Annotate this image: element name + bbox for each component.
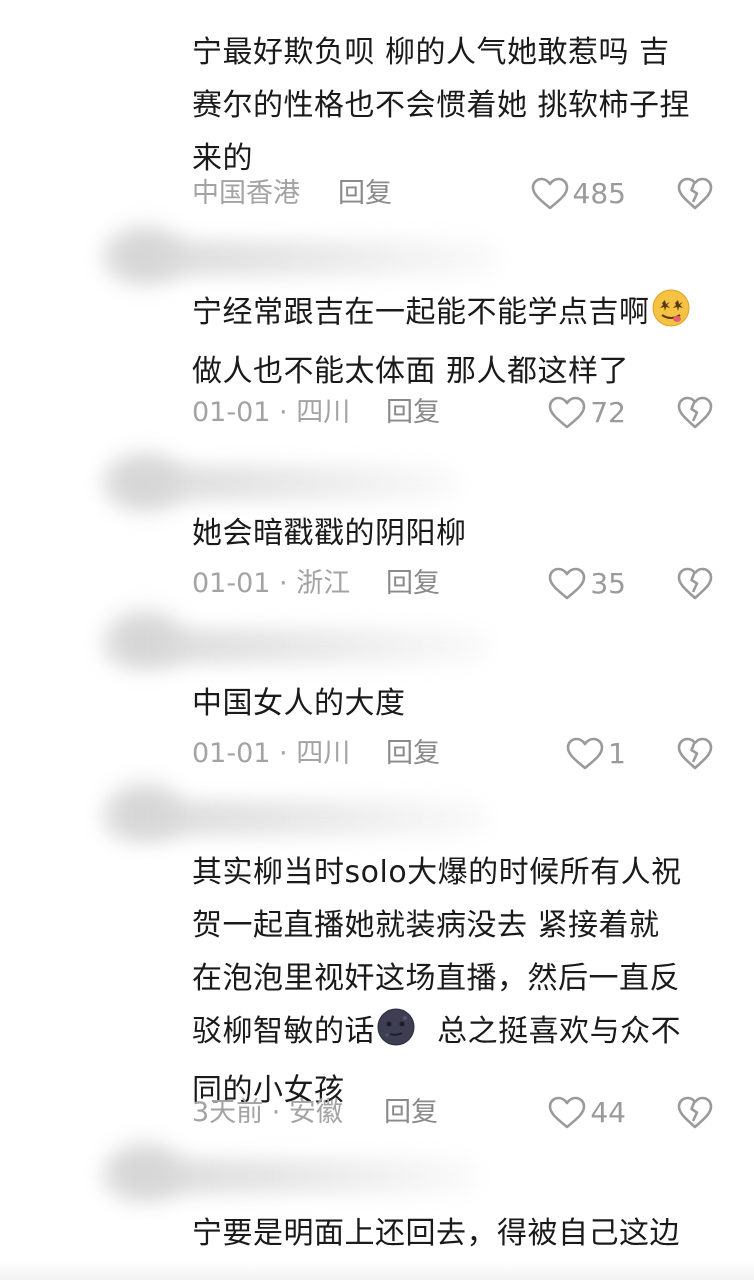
comment-line: 宁最好欺负呗 柳的人气她敢惹吗 吉 — [192, 35, 670, 70]
comment-line: 她会暗戳戳的阴阳柳 — [192, 516, 467, 551]
comment-date-location: 3天前 · 安徽 — [192, 1097, 343, 1128]
heart-outline-icon — [549, 1096, 586, 1129]
broken-heart-icon — [677, 737, 713, 770]
comment-text: 宁最好欺负呗 柳的人气她敢惹吗 吉 赛尔的性格也不会惯着她 挑软柿子捏 来的 — [192, 26, 722, 185]
comment-text: 宁要是明面上还回去，得被自己这边 — [192, 1207, 722, 1260]
comment-meta: 01-01 · 四川 回复 — [192, 734, 722, 774]
drooling-face-icon — [650, 288, 692, 345]
comment-list: 宁最好欺负呗 柳的人气她敢惹吗 吉 赛尔的性格也不会惯着她 挑软柿子捏 来的 中… — [0, 0, 754, 1280]
dislike-button[interactable] — [676, 1093, 714, 1133]
broken-heart-icon — [677, 1096, 713, 1129]
comment-line: 贺一起直播她就装病没去 紧接着就 — [192, 908, 660, 943]
heart-outline-icon — [549, 396, 586, 429]
like-button[interactable]: 1 — [566, 734, 626, 774]
reply-button[interactable]: 回复 — [386, 393, 440, 433]
comment-line-text: 总之挺喜欢与众不 — [417, 1014, 682, 1049]
reply-button[interactable]: 回复 — [386, 734, 440, 774]
like-button[interactable]: 44 — [548, 1093, 626, 1133]
dislike-button[interactable] — [676, 393, 714, 433]
reply-button[interactable]: 回复 — [338, 174, 392, 214]
username-blurred — [100, 1158, 480, 1194]
comment-text: 其实柳当时solo大爆的时候所有人祝 贺一起直播她就装病没去 紧接着就 在泡泡里… — [192, 846, 722, 1117]
username-blurred — [100, 628, 490, 664]
heart-outline-icon — [549, 567, 586, 600]
comment-line: 宁要是明面上还回去，得被自己这边 — [192, 1216, 680, 1251]
comment-line: 赛尔的性格也不会惯着她 挑软柿子捏 — [192, 88, 691, 123]
broken-heart-icon — [677, 567, 713, 600]
like-count: 1 — [608, 737, 626, 770]
comment-meta: 3天前 · 安徽 回复 — [192, 1093, 722, 1133]
like-count: 35 — [590, 567, 626, 600]
comment-line-text: 驳柳智敏的话 — [192, 1014, 375, 1049]
comment-line: 宁经常跟吉在一起能不能学点吉啊 — [192, 286, 722, 345]
comment-text: 中国女人的大度 — [192, 677, 722, 730]
comment-date-location: 01-01 · 浙江 — [192, 568, 351, 599]
broken-heart-icon — [677, 396, 713, 429]
new-moon-face-icon — [375, 1007, 417, 1064]
dislike-button[interactable] — [676, 734, 714, 774]
comment-line: 在泡泡里视奸这场直播，然后一直反 — [192, 961, 680, 996]
comment-meta: 01-01 · 四川 回复 — [192, 393, 722, 433]
username-blurred — [100, 240, 500, 276]
username-blurred — [100, 465, 460, 501]
heart-outline-icon — [566, 737, 604, 770]
like-button[interactable]: 35 — [548, 564, 626, 604]
screen-edge — [0, 1262, 754, 1280]
like-button[interactable]: 485 — [531, 174, 626, 214]
comment-date-location: 01-01 · 四川 — [192, 397, 351, 428]
comment-meta: 01-01 · 浙江 回复 — [192, 564, 722, 604]
comment-location: 中国香港 — [192, 178, 300, 209]
comment-text: 宁经常跟吉在一起能不能学点吉啊 做人也不能太体面 那人都这样了 — [192, 286, 722, 398]
comment-line-text: 宁经常跟吉在一起能不能学点吉啊 — [192, 295, 650, 330]
dislike-button[interactable] — [676, 564, 714, 604]
comment-line: 做人也不能太体面 那人都这样了 — [192, 354, 630, 389]
comment-line: 其实柳当时solo大爆的时候所有人祝 — [192, 855, 682, 890]
like-button[interactable]: 72 — [548, 393, 626, 433]
username-blurred — [100, 800, 490, 836]
heart-outline-icon — [531, 177, 568, 210]
comment-line: 驳柳智敏的话 总之挺喜欢与众不 — [192, 1005, 722, 1064]
comment-date-location: 01-01 · 四川 — [192, 738, 351, 769]
like-count: 485 — [572, 177, 626, 210]
comment-text: 她会暗戳戳的阴阳柳 — [192, 507, 722, 560]
comment-line: 中国女人的大度 — [192, 686, 406, 721]
like-count: 44 — [590, 1096, 626, 1129]
comment-meta: 中国香港 回复 — [192, 174, 722, 214]
dislike-button[interactable] — [676, 174, 714, 214]
like-count: 72 — [590, 396, 626, 429]
reply-button[interactable]: 回复 — [384, 1093, 438, 1133]
reply-button[interactable]: 回复 — [386, 564, 440, 604]
broken-heart-icon — [677, 177, 713, 210]
